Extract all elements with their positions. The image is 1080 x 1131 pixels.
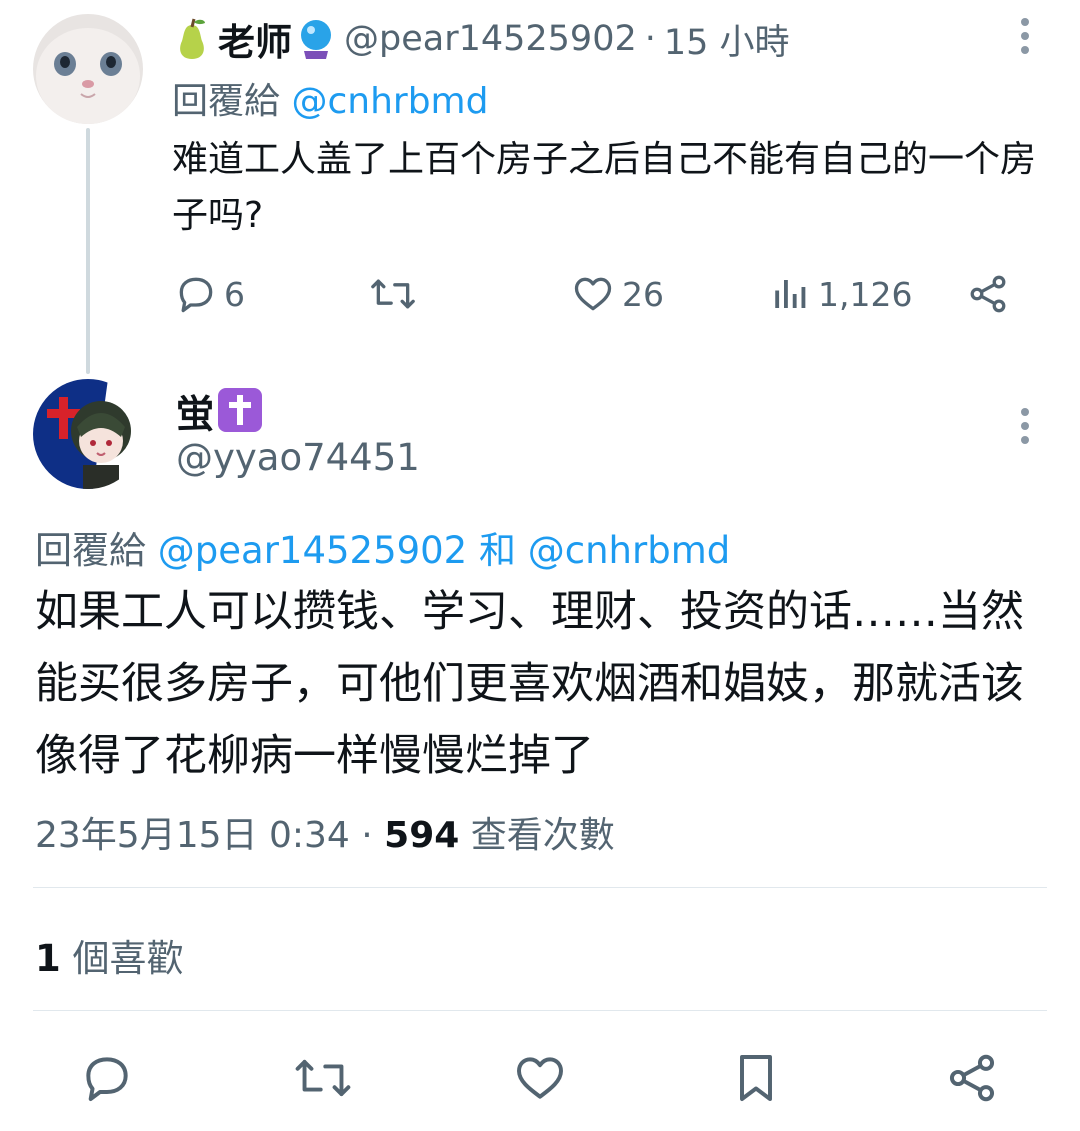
reply-button[interactable] (75, 1046, 139, 1110)
parent-tweet-text: 难道工人盖了上百个房子之后自己不能有自己的一个房子吗? (172, 139, 1037, 236)
view-count: 1,126 (818, 274, 913, 314)
crystal-ball-emoji-icon (301, 20, 331, 59)
thread-connector-line (86, 128, 90, 374)
retweet-icon (371, 279, 415, 309)
reply-button[interactable]: 6 (174, 266, 245, 322)
parent-tweet-header: 老师 @pear14525902 · 15 小時 (172, 14, 790, 64)
divider (33, 887, 1047, 888)
separator-dot: · (644, 19, 656, 59)
main-name-row: 蛍 (176, 383, 263, 438)
parent-timestamp[interactable]: 15 小時 (664, 14, 790, 65)
parent-handle[interactable]: @pear14525902 (344, 19, 637, 59)
reply-to-handle-link[interactable]: @cnhrbmd (528, 529, 730, 572)
bookmark-icon (740, 1055, 772, 1101)
main-handle[interactable]: @yyao74451 (176, 436, 420, 479)
share-icon (949, 1054, 995, 1102)
divider (33, 1010, 1047, 1011)
anime-avatar-image (33, 379, 143, 489)
retweet-button[interactable] (291, 1046, 355, 1110)
reply-icon (179, 277, 213, 313)
tweet-date[interactable]: 23年5月15日 0:34 (35, 815, 350, 856)
reply-to-handle-link[interactable]: @cnhrbmd (291, 81, 488, 122)
analytics-icon (775, 280, 806, 308)
like-count: 1 (35, 937, 61, 980)
cat-avatar-image (33, 14, 143, 124)
retweet-icon (295, 1059, 351, 1097)
view-count: 594 (384, 815, 460, 856)
pear-emoji-icon (180, 18, 205, 59)
parent-action-bar: 6 26 1,126 (172, 266, 1022, 322)
reply-to-handle-link[interactable]: @pear14525902 (158, 529, 467, 572)
main-display-name[interactable]: 蛍 (176, 383, 214, 438)
reply-to-label: 回覆給 (35, 529, 146, 572)
more-options-icon[interactable] (1020, 408, 1030, 444)
reply-icon (86, 1057, 128, 1101)
heart-icon (517, 1057, 563, 1099)
avatar[interactable] (33, 14, 143, 124)
main-action-bar (0, 1046, 1080, 1110)
like-button[interactable] (508, 1046, 572, 1110)
bookmark-button[interactable] (724, 1046, 788, 1110)
parent-reply-to: 回覆給 @cnhrbmd (172, 72, 488, 124)
likes-summary[interactable]: 1 個喜歡 (35, 928, 184, 982)
latin-cross-emoji-icon (218, 388, 263, 432)
views-button[interactable]: 1,126 (770, 266, 912, 322)
like-count: 26 (622, 274, 664, 314)
reply-to-conjunction: 和 (479, 529, 516, 572)
heart-icon (574, 277, 612, 311)
parent-display-name[interactable]: 老师 (218, 12, 292, 66)
reply-count: 6 (224, 274, 245, 314)
main-reply-to: 回覆給 @pear14525902 和 @cnhrbmd (35, 520, 730, 574)
reply-to-label: 回覆給 (172, 81, 281, 122)
more-options-icon[interactable] (1020, 18, 1030, 54)
like-label: 個喜歡 (72, 937, 184, 980)
like-button[interactable]: 26 (570, 266, 664, 322)
share-icon (970, 275, 1006, 313)
avatar[interactable] (33, 379, 143, 489)
main-tweet-text: 如果工人可以攒钱、学习、理财、投资的话……当然能买很多房子，可他们更喜欢烟酒和娼… (35, 587, 1024, 781)
retweet-button[interactable] (368, 266, 418, 322)
main-tweet-meta: 23年5月15日 0:34 · 594 查看次數 (35, 806, 615, 858)
share-button[interactable] (966, 266, 1010, 322)
share-button[interactable] (940, 1046, 1004, 1110)
separator-dot: · (361, 815, 373, 856)
view-label: 查看次數 (470, 815, 615, 856)
